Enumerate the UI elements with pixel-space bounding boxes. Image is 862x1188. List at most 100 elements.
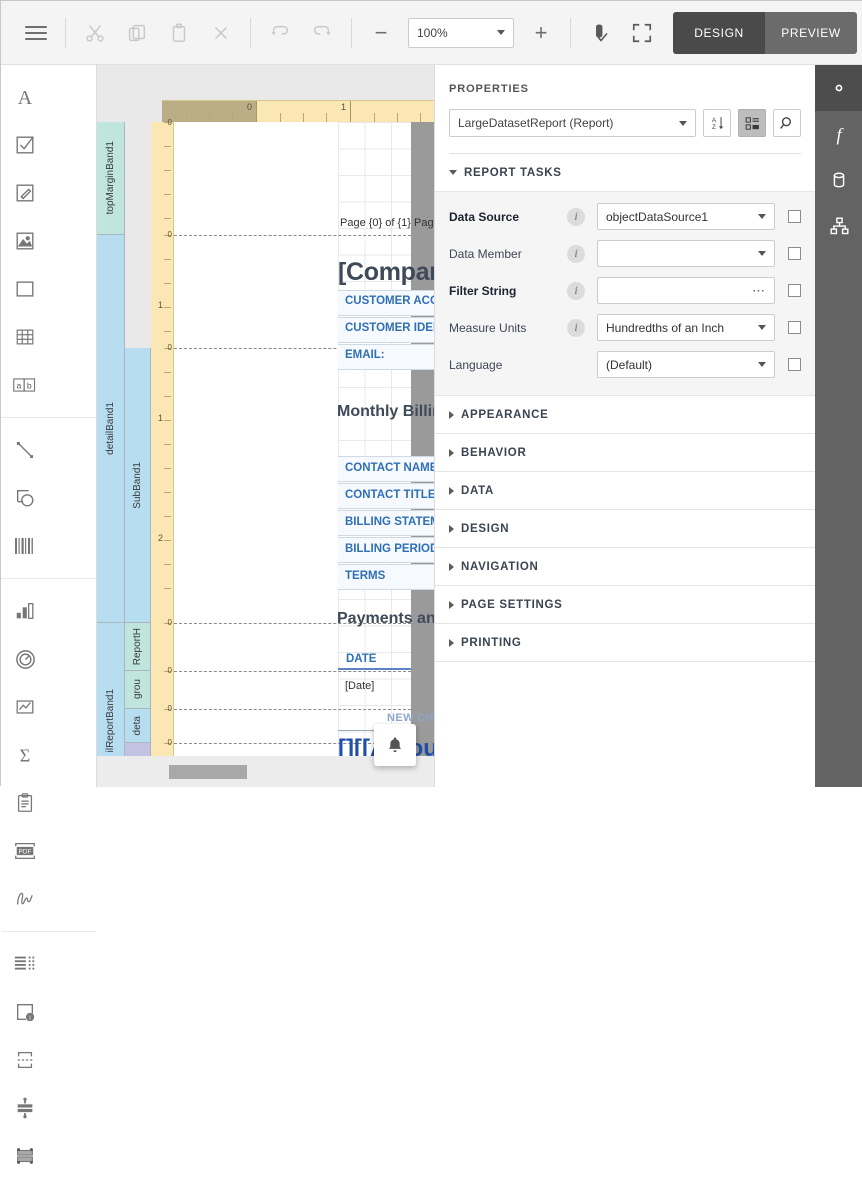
- expressions-tab[interactable]: f: [815, 111, 862, 157]
- measure-units-expression-checkbox[interactable]: [788, 321, 801, 334]
- rich-text-tool[interactable]: [1, 169, 49, 217]
- page-break-tool[interactable]: [1, 1036, 49, 1084]
- signature-tool[interactable]: [1, 875, 49, 923]
- band-detailband1[interactable]: detailBand1: [97, 235, 125, 623]
- tab-preview[interactable]: PREVIEW: [765, 11, 857, 54]
- redo-button[interactable]: [301, 12, 343, 54]
- monthly-billing-title[interactable]: Monthly Billing Invo: [337, 403, 434, 421]
- copy-button[interactable]: [116, 12, 158, 54]
- payments-adjustments-title[interactable]: Payments and Adjus: [337, 610, 434, 628]
- band-groupheaderband[interactable]: grou: [125, 671, 151, 709]
- terms-label[interactable]: TERMS: [345, 570, 385, 582]
- section-behavior[interactable]: BEHAVIOR: [435, 434, 815, 472]
- zoom-select[interactable]: 100%: [408, 17, 514, 48]
- line-tool[interactable]: [1, 426, 49, 474]
- data-member-expression-checkbox[interactable]: [788, 247, 801, 260]
- pencil-edit-icon: [16, 184, 34, 202]
- object-selector[interactable]: LargeDatasetReport (Report): [449, 109, 696, 137]
- contact-title-label[interactable]: CONTACT TITLE: [345, 489, 434, 501]
- cross-band-box-tool[interactable]: [1, 1132, 49, 1180]
- zoom-out-button[interactable]: −: [360, 12, 402, 54]
- toolbox-group-basic: A a b: [1, 65, 96, 418]
- band-subband1[interactable]: SubBand1: [125, 348, 151, 623]
- page-info-tool[interactable]: i: [1, 988, 49, 1036]
- section-data[interactable]: DATA: [435, 472, 815, 510]
- report-designer-canvas[interactable]: 0 1 topMarginBand1 detailBand1 SubBand1 …: [97, 65, 434, 787]
- data-source-select[interactable]: objectDataSource1: [597, 203, 775, 230]
- billing-period-label[interactable]: BILLING PERIOD: [345, 543, 434, 555]
- contact-name-label[interactable]: CONTACT NAME: [345, 462, 434, 474]
- field-list-tab[interactable]: [815, 157, 862, 203]
- notification-bell-button[interactable]: [374, 724, 416, 766]
- ellipsis-icon[interactable]: ⋯: [752, 284, 766, 297]
- prop-label: Data Source: [449, 209, 520, 224]
- date-column-header[interactable]: DATE: [346, 653, 376, 665]
- info-icon[interactable]: i: [567, 244, 585, 263]
- info-icon[interactable]: i: [567, 207, 585, 226]
- company-name-title[interactable]: [CompanyNa: [338, 258, 434, 287]
- delete-button[interactable]: [200, 12, 242, 54]
- date-field[interactable]: [Date]: [345, 680, 374, 692]
- table-tool[interactable]: [1, 313, 49, 361]
- email-label[interactable]: EMAIL:: [345, 349, 385, 361]
- zoom-in-button[interactable]: +: [520, 12, 562, 54]
- page-info-icon: i: [16, 1003, 35, 1022]
- report-explorer-tab[interactable]: [815, 203, 862, 249]
- info-icon[interactable]: i: [567, 281, 585, 300]
- properties-tab[interactable]: [815, 65, 862, 111]
- band-reportheaderband[interactable]: ReportH: [125, 623, 151, 671]
- search-properties-button[interactable]: [773, 109, 801, 137]
- picture-box-tool[interactable]: [1, 217, 49, 265]
- label-tool[interactable]: A: [1, 73, 49, 121]
- section-printing[interactable]: PRINTING: [435, 624, 815, 662]
- check-box-tool[interactable]: [1, 121, 49, 169]
- language-expression-checkbox[interactable]: [788, 358, 801, 371]
- undo-button[interactable]: [259, 12, 301, 54]
- new-charges-label[interactable]: NEW CHARGES: [387, 712, 434, 724]
- filter-string-expression-checkbox[interactable]: [788, 284, 801, 297]
- data-member-select[interactable]: [597, 240, 775, 267]
- section-appearance[interactable]: APPEARANCE: [435, 396, 815, 434]
- data-source-expression-checkbox[interactable]: [788, 210, 801, 223]
- scrollbar-thumb[interactable]: [169, 765, 247, 779]
- band-topmarginband1[interactable]: topMarginBand1: [97, 122, 125, 235]
- billing-statement-date-label[interactable]: BILLING STATEMENT DATE: [345, 516, 434, 528]
- info-icon[interactable]: i: [567, 318, 585, 337]
- section-navigation[interactable]: NAVIGATION: [435, 548, 815, 586]
- paste-button[interactable]: [158, 12, 200, 54]
- gauge-tool[interactable]: [1, 635, 49, 683]
- character-comb-tool[interactable]: a b: [1, 361, 49, 409]
- panel-tool[interactable]: [1, 265, 49, 313]
- table-of-contents-tool[interactable]: [1, 940, 49, 988]
- language-select[interactable]: (Default): [597, 351, 775, 378]
- validate-button[interactable]: [579, 12, 621, 54]
- pdf-content-tool[interactable]: PDF: [1, 827, 49, 875]
- sort-alphabetical-button[interactable]: A Z: [703, 109, 731, 137]
- svg-text:a: a: [17, 380, 22, 390]
- barcode-tool[interactable]: [1, 522, 49, 570]
- chart-tool[interactable]: [1, 587, 49, 635]
- filter-string-input[interactable]: ⋯: [597, 277, 775, 304]
- cross-band-line-tool[interactable]: [1, 1084, 49, 1132]
- sparkline-tool[interactable]: [1, 683, 49, 731]
- report-surface[interactable]: Page {0} of {1} Pages [CompanyNa CUSTOME…: [174, 122, 434, 756]
- group-by-category-button[interactable]: [738, 109, 766, 137]
- band-label: grou: [132, 679, 143, 700]
- menu-button[interactable]: [15, 12, 57, 54]
- section-page-settings[interactable]: PAGE SETTINGS: [435, 586, 815, 624]
- subreport-tool[interactable]: [1, 779, 49, 827]
- paste-icon: [172, 23, 186, 42]
- section-report-tasks[interactable]: REPORT TASKS: [435, 154, 815, 192]
- shape-tool[interactable]: [1, 474, 49, 522]
- pivot-grid-tool[interactable]: Σ: [1, 731, 49, 779]
- customer-identifiers-label[interactable]: CUSTOMER IDENTIFIERS:: [345, 322, 434, 334]
- tab-design[interactable]: DESIGN: [673, 11, 765, 54]
- band-detailband2[interactable]: deta: [125, 709, 151, 743]
- page-info-label[interactable]: Page {0} of {1} Pages: [340, 217, 434, 229]
- cut-button[interactable]: [74, 12, 116, 54]
- fullscreen-button[interactable]: [621, 12, 663, 54]
- database-cylinder-icon: [833, 172, 845, 188]
- customer-account-label[interactable]: CUSTOMER ACCOUNT:: [345, 295, 434, 307]
- section-design[interactable]: DESIGN: [435, 510, 815, 548]
- measure-units-select[interactable]: Hundredths of an Inch: [597, 314, 775, 341]
